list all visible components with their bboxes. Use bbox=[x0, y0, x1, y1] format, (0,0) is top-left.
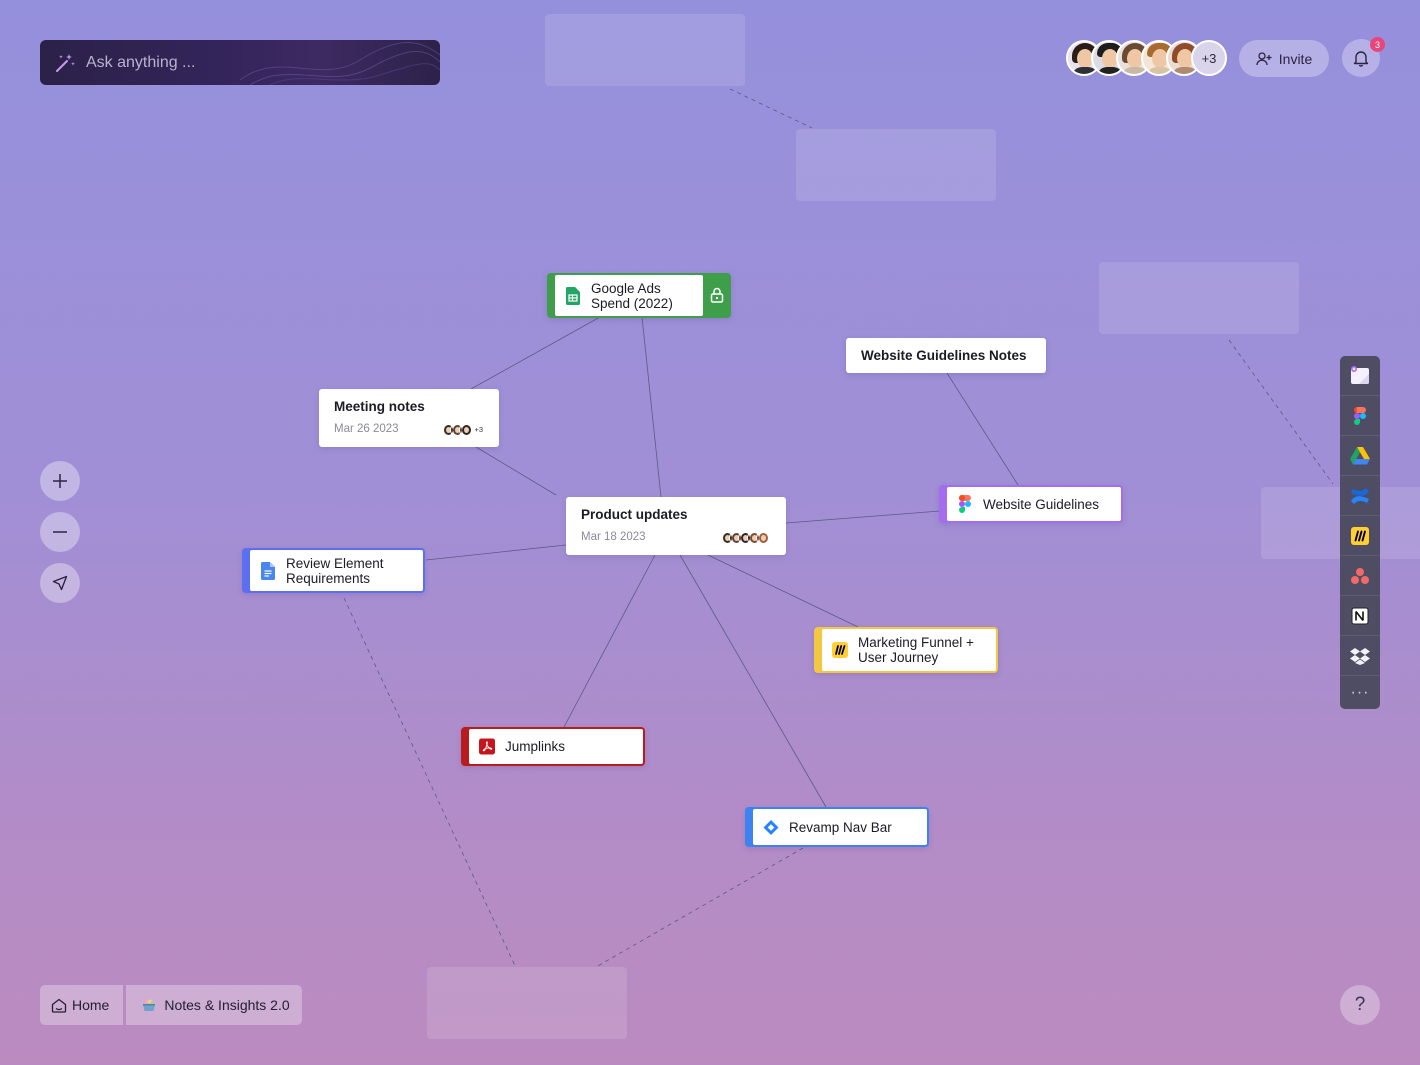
edge-line bbox=[425, 544, 567, 561]
google-docs-icon bbox=[260, 561, 276, 580]
node-revamp-nav-bar[interactable]: Revamp Nav Bar bbox=[745, 807, 929, 847]
breadcrumb-home-label: Home bbox=[72, 997, 110, 1013]
figma-icon bbox=[1354, 406, 1366, 425]
node-google-ads-spend[interactable]: Google Ads Spend (2022) bbox=[547, 273, 731, 318]
node-title: Jumplinks bbox=[505, 739, 566, 754]
google-sheets-icon bbox=[565, 286, 581, 305]
node-website-guidelines[interactable]: Website Guidelines bbox=[939, 485, 1123, 523]
magic-wand-icon bbox=[56, 53, 75, 72]
node-jumplinks[interactable]: Jumplinks bbox=[461, 727, 645, 766]
node-title: Marketing Funnel + User Journey bbox=[858, 635, 974, 665]
breadcrumb-current[interactable]: Notes & Insights 2.0 bbox=[126, 985, 302, 1025]
google-drive-button[interactable] bbox=[1340, 436, 1380, 476]
invite-button[interactable]: Invite bbox=[1239, 40, 1329, 77]
home-icon bbox=[51, 998, 67, 1013]
node-title: Meeting notes bbox=[334, 399, 425, 414]
breadcrumb-home[interactable]: Home bbox=[40, 985, 124, 1025]
figma-button[interactable] bbox=[1340, 396, 1380, 436]
edge-line bbox=[641, 316, 662, 498]
breadcrumb: Home Notes & Insights 2.0 bbox=[40, 985, 302, 1025]
zoom-out-button[interactable] bbox=[40, 512, 80, 552]
integrations-toolbar: ··· bbox=[1340, 356, 1380, 709]
dashed-edge bbox=[1228, 339, 1334, 485]
dropbox-icon bbox=[1350, 647, 1370, 665]
node-title: Revamp Nav Bar bbox=[789, 819, 892, 835]
plus-icon bbox=[53, 474, 67, 488]
notion-icon bbox=[1351, 607, 1369, 624]
ask-anything-input[interactable] bbox=[86, 53, 386, 72]
collaborator-avatars: +3 bbox=[441, 423, 483, 437]
node-title: Website Guidelines Notes bbox=[861, 348, 1027, 363]
edge-line bbox=[679, 554, 827, 808]
zoom-in-button[interactable] bbox=[40, 461, 80, 501]
node-website-guidelines-notes[interactable]: Website Guidelines Notes bbox=[846, 338, 1046, 373]
new-note-icon bbox=[1351, 365, 1369, 384]
dashed-edge bbox=[729, 88, 813, 129]
collaborator-avatars bbox=[720, 531, 770, 545]
minus-icon bbox=[53, 531, 67, 533]
asana-icon bbox=[1351, 567, 1369, 584]
miro-button[interactable] bbox=[1340, 516, 1380, 556]
node-title: Google Ads Spend (2022) bbox=[591, 280, 673, 311]
edge-line bbox=[475, 446, 557, 496]
bell-icon bbox=[1353, 51, 1369, 67]
notion-button[interactable] bbox=[1340, 596, 1380, 636]
mind-map-canvas[interactable]: Google Ads Spend (2022) Website Guidelin… bbox=[0, 0, 1420, 1065]
node-meeting-notes[interactable]: Meeting notes Mar 26 2023 +3 bbox=[319, 389, 499, 447]
figma-icon bbox=[957, 495, 973, 513]
edge-line bbox=[707, 554, 859, 628]
edge-line bbox=[946, 372, 1019, 486]
confluence-button[interactable] bbox=[1340, 476, 1380, 516]
edge-line bbox=[785, 510, 941, 524]
dashed-edge bbox=[343, 597, 517, 969]
miro-icon bbox=[1351, 526, 1369, 545]
node-product-updates[interactable]: Product updates Mar 18 2023 bbox=[566, 497, 786, 555]
collaborators-stack[interactable]: +3 bbox=[1066, 40, 1227, 76]
invite-label: Invite bbox=[1278, 50, 1313, 67]
node-review-element-requirements[interactable]: Review Element Requirements bbox=[242, 548, 425, 593]
jira-icon bbox=[763, 818, 779, 836]
collaborators-overflow-count[interactable]: +3 bbox=[1191, 40, 1227, 76]
help-button[interactable]: ? bbox=[1340, 985, 1380, 1025]
add-user-icon bbox=[1256, 51, 1272, 65]
dashed-edge bbox=[595, 847, 804, 968]
edge-line bbox=[470, 316, 601, 390]
asana-button[interactable] bbox=[1340, 556, 1380, 596]
google-drive-icon bbox=[1350, 446, 1370, 464]
node-marketing-funnel[interactable]: Marketing Funnel + User Journey bbox=[814, 627, 998, 673]
lock-icon[interactable] bbox=[710, 287, 724, 308]
miro-icon bbox=[832, 641, 848, 659]
node-title: Product updates bbox=[581, 507, 688, 522]
avatar-overflow-count: +3 bbox=[474, 425, 483, 434]
node-title: Review Element Requirements bbox=[286, 555, 384, 586]
dropbox-button[interactable] bbox=[1340, 636, 1380, 676]
basket-emoji-icon bbox=[143, 999, 156, 1011]
pdf-icon bbox=[479, 738, 495, 756]
avatar bbox=[459, 423, 474, 437]
confluence-icon bbox=[1351, 487, 1369, 504]
new-note-button[interactable] bbox=[1340, 356, 1380, 396]
avatar bbox=[756, 531, 770, 545]
node-title: Website Guidelines bbox=[983, 496, 1100, 512]
edge-line bbox=[563, 554, 656, 728]
recenter-button[interactable] bbox=[40, 563, 80, 603]
notification-badge: 3 bbox=[1370, 37, 1385, 52]
more-integrations-button[interactable]: ··· bbox=[1340, 676, 1380, 709]
navigation-arrow-icon bbox=[52, 575, 68, 591]
ask-anything-bar[interactable] bbox=[40, 40, 440, 85]
breadcrumb-current-label: Notes & Insights 2.0 bbox=[164, 997, 290, 1013]
